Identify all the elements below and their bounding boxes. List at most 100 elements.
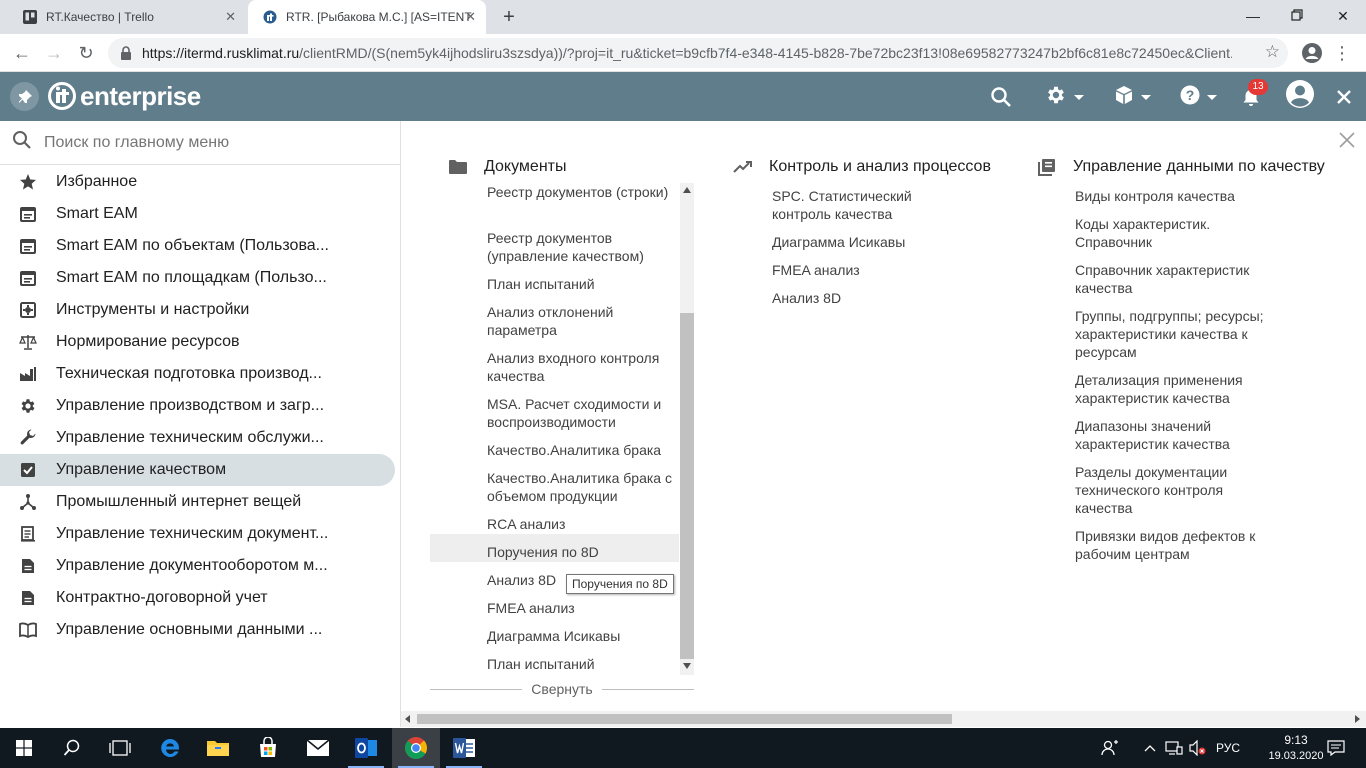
- menu-link[interactable]: Виды контроля качества: [1075, 187, 1265, 205]
- sidebar-item-label: Инструменты и настройки: [56, 301, 250, 318]
- forward-arrow-icon[interactable]: →: [42, 41, 66, 65]
- list-item[interactable]: FMEA анализ: [430, 599, 679, 617]
- file-explorer-icon[interactable]: [194, 728, 242, 768]
- list-item[interactable]: Реестр документов (строки): [430, 183, 679, 201]
- menu-link[interactable]: Разделы документации технического контро…: [1075, 463, 1265, 517]
- list-item[interactable]: Качество.Аналитика брака: [430, 441, 679, 459]
- list-item[interactable]: Диаграмма Исикавы: [430, 627, 679, 645]
- menu-link[interactable]: FMEA анализ: [772, 261, 962, 279]
- new-tab-button[interactable]: +: [498, 6, 520, 28]
- restore-icon[interactable]: [1282, 4, 1312, 28]
- it-enterprise-logo[interactable]: enterprise: [48, 80, 201, 112]
- horizontal-scrollbar[interactable]: [401, 711, 1366, 727]
- menu-search: [0, 121, 400, 165]
- input-language[interactable]: РУС: [1216, 741, 1240, 755]
- action-center-icon[interactable]: [1320, 728, 1352, 768]
- close-icon[interactable]: [1338, 131, 1358, 151]
- volume-muted-icon[interactable]: [1186, 728, 1210, 768]
- outlook-icon[interactable]: [342, 728, 390, 768]
- scroll-right-arrow-icon[interactable]: [1355, 715, 1360, 723]
- menu-link[interactable]: SPC. Статистический контроль качества: [772, 187, 962, 223]
- documents-scrollbar[interactable]: [680, 183, 694, 675]
- task-view-icon[interactable]: [96, 728, 144, 768]
- search-icon[interactable]: [990, 84, 1012, 110]
- bookmark-star-icon[interactable]: ☆: [1265, 42, 1280, 62]
- list-item[interactable]: План испытаний: [430, 655, 679, 673]
- search-icon[interactable]: [48, 728, 96, 768]
- documents-title: Документы: [484, 158, 567, 175]
- help-menu-button[interactable]: ?: [1180, 84, 1217, 110]
- windows-taskbar: РУС 9:13 19.03.2020: [0, 728, 1366, 768]
- collapse-button[interactable]: Свернуть: [530, 681, 594, 697]
- sidebar-item-quality[interactable]: Управление качеством: [0, 454, 395, 486]
- people-icon[interactable]: [1092, 728, 1128, 768]
- sidebar-item-production[interactable]: Управление производством и загр...: [0, 390, 400, 422]
- list-item[interactable]: Качество.Аналитика брака с объемом проду…: [430, 469, 679, 505]
- list-item[interactable]: RCA анализ: [430, 515, 679, 533]
- modules-menu-button[interactable]: [1114, 84, 1151, 110]
- menu-link[interactable]: Группы, подгруппы; ресурсы; характеристи…: [1075, 307, 1265, 361]
- menu-link[interactable]: Коды характеристик. Справочник: [1075, 215, 1265, 251]
- menu-link[interactable]: Анализ 8D: [772, 289, 962, 307]
- menu-search-input[interactable]: [44, 133, 384, 152]
- app-close-icon[interactable]: [1336, 84, 1352, 110]
- address-bar[interactable]: https://itermd.rusklimat.ru/clientRMD/(S…: [108, 38, 1288, 68]
- sidebar-item-contracts[interactable]: Контрактно-договорной учет: [0, 582, 400, 614]
- user-avatar-icon[interactable]: [1285, 80, 1315, 108]
- list-item[interactable]: Реестр документов (управление качеством): [430, 229, 679, 265]
- edge-icon[interactable]: [146, 728, 194, 768]
- scroll-thumb[interactable]: [417, 714, 952, 724]
- reload-icon[interactable]: ↻: [74, 41, 98, 65]
- menu-link[interactable]: Справочник характеристик качества: [1075, 261, 1265, 297]
- tray-chevron-up-icon[interactable]: [1138, 728, 1162, 768]
- scroll-down-arrow-icon[interactable]: [683, 663, 691, 669]
- store-icon[interactable]: [244, 728, 292, 768]
- windows-start-icon[interactable]: [0, 728, 48, 768]
- close-icon[interactable]: ✕: [225, 9, 236, 25]
- sidebar-item-favorites[interactable]: Избранное: [0, 166, 400, 198]
- sidebar-item-doc-flow[interactable]: Управление документооборотом м...: [0, 550, 400, 582]
- menu-link[interactable]: Диапазоны значений характеристик качеств…: [1075, 417, 1265, 453]
- sidebar-item-maintenance[interactable]: Управление техническим обслужи...: [0, 422, 400, 454]
- sidebar-item-tech-preparation[interactable]: Техническая подготовка производ...: [0, 358, 400, 390]
- menu-link[interactable]: Детализация применения характеристик кач…: [1075, 371, 1265, 407]
- list-item[interactable]: План испытаний: [430, 275, 679, 293]
- back-arrow-icon[interactable]: ←: [10, 41, 34, 65]
- sidebar-item-label: Нормирование ресурсов: [56, 333, 240, 350]
- mail-icon[interactable]: [294, 728, 342, 768]
- tab-rtr[interactable]: RTR. [Рыбакова М.С.] [AS=ITENT ✕: [248, 0, 486, 34]
- sidebar-item-iot[interactable]: Промышленный интернет вещей: [0, 486, 400, 518]
- profile-icon[interactable]: [1300, 41, 1324, 65]
- scroll-up-arrow-icon[interactable]: [683, 187, 691, 193]
- chrome-icon[interactable]: [392, 728, 440, 768]
- list-item-hovered[interactable]: Поручения по 8D: [430, 534, 679, 562]
- menu-link[interactable]: Привязки видов дефектов к рабочим центра…: [1075, 527, 1265, 563]
- trello-icon: [22, 9, 38, 25]
- list-item[interactable]: Анализ отклонений параметра: [430, 303, 679, 339]
- network-icon[interactable]: [1162, 728, 1186, 768]
- kebab-menu-icon[interactable]: ⋮: [1330, 41, 1354, 65]
- pin-icon[interactable]: [10, 82, 39, 111]
- sidebar-item-smart-eam-sites[interactable]: Smart EAM по площадкам (Пользо...: [0, 262, 400, 294]
- word-icon[interactable]: [440, 728, 488, 768]
- minimize-icon[interactable]: —: [1238, 4, 1268, 28]
- clock[interactable]: 9:13 19.03.2020: [1264, 732, 1328, 764]
- it-enterprise-icon: [262, 9, 278, 25]
- close-icon[interactable]: ✕: [465, 9, 476, 25]
- sidebar-item-tech-docs[interactable]: Управление техническим документ...: [0, 518, 400, 550]
- sidebar-item-tools[interactable]: Инструменты и настройки: [0, 294, 400, 326]
- settings-menu-button[interactable]: [1045, 84, 1084, 110]
- sidebar-item-label: Техническая подготовка производ...: [56, 365, 322, 382]
- scroll-left-arrow-icon[interactable]: [405, 715, 410, 723]
- list-item[interactable]: Анализ входного контроля качества: [430, 349, 679, 385]
- sidebar-item-smart-eam[interactable]: Smart EAM: [0, 198, 400, 230]
- menu-link[interactable]: Диаграмма Исикавы: [772, 233, 962, 251]
- list-item[interactable]: MSA. Расчет сходимости и воспроизводимос…: [430, 395, 679, 431]
- scroll-thumb[interactable]: [680, 313, 694, 659]
- sidebar-item-smart-eam-objects[interactable]: Smart EAM по объектам (Пользова...: [0, 230, 400, 262]
- url-path: /clientRMD/(S(nem5yk4ijhodsliru3szsdya))…: [299, 45, 1232, 61]
- sidebar-item-resource-norms[interactable]: Нормирование ресурсов: [0, 326, 400, 358]
- sidebar-item-master-data[interactable]: Управление основными данными ...: [0, 614, 400, 646]
- tab-trello[interactable]: RT.Качество | Trello ✕: [8, 0, 246, 34]
- window-close-icon[interactable]: ✕: [1328, 4, 1358, 28]
